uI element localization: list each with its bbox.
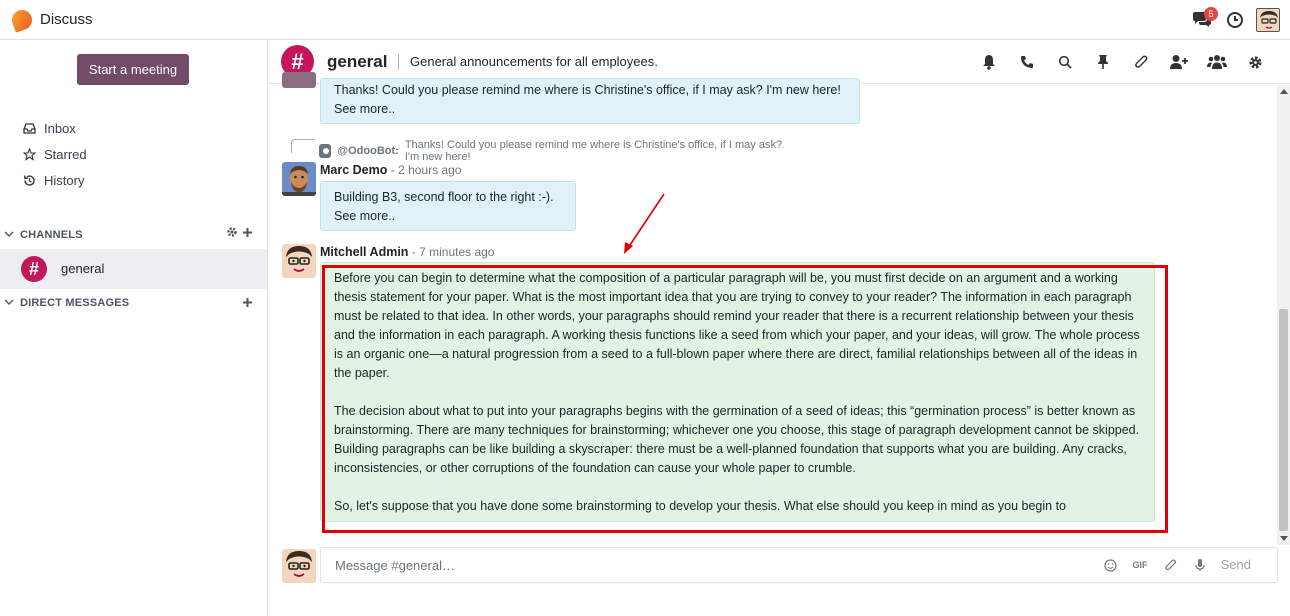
channels-section-header[interactable]: CHANNELS: [4, 227, 83, 243]
scroll-down-icon[interactable]: [1280, 536, 1288, 541]
inbox-icon: [22, 121, 36, 135]
message-avatar: [282, 72, 316, 88]
mitchell-avatar-icon: [282, 549, 316, 583]
message-bubble: Building B3, second floor to the right :…: [320, 181, 576, 231]
odoobot-icon: [319, 144, 332, 158]
composer-tools: GIF: [1103, 557, 1207, 573]
add-user-icon[interactable]: [1168, 52, 1190, 72]
star-icon: [22, 147, 36, 161]
sidebar-item-label: History: [44, 172, 85, 188]
chevron-down-icon: [4, 229, 14, 241]
scroll-thumb[interactable]: [1279, 309, 1288, 531]
sidebar-item-label: Inbox: [44, 120, 76, 136]
channels-header-label: CHANNELS: [20, 229, 83, 241]
chevron-down-icon: [4, 297, 14, 309]
highlight-box: [322, 265, 1168, 533]
marc-avatar-icon: [282, 162, 316, 196]
bell-icon[interactable]: [978, 52, 1000, 72]
send-button[interactable]: Send: [1221, 557, 1251, 572]
composer-avatar: [282, 549, 316, 583]
header-divider: [398, 54, 399, 70]
annotation-arrow-icon: [624, 193, 665, 254]
author-name[interactable]: Marc Demo: [320, 163, 387, 177]
emoji-icon[interactable]: [1103, 557, 1117, 573]
chat-badge: 5: [1204, 7, 1218, 21]
navbar-systray: 5: [1192, 6, 1280, 34]
message-bubble: Thanks! Could you please remind me where…: [320, 78, 860, 124]
reply-connector: [291, 139, 315, 153]
message-text: Building B3, second floor to the right :…: [334, 190, 554, 204]
message-composer[interactable]: Message #general… GIF Send: [320, 547, 1278, 583]
reply-text: Thanks! Could you please remind me where…: [404, 139, 783, 163]
app-logo-icon[interactable]: [9, 7, 35, 33]
members-icon[interactable]: [1206, 52, 1228, 72]
thread-name[interactable]: general: [327, 52, 387, 72]
gear-icon[interactable]: [1244, 52, 1266, 72]
paperclip-icon[interactable]: [1163, 557, 1177, 573]
reply-author: @OdooBot:: [337, 145, 399, 157]
channel-hash-icon: #: [21, 256, 47, 282]
see-more-link[interactable]: See more..: [334, 100, 846, 119]
mitchell-admin-avatar[interactable]: [282, 244, 316, 278]
gif-icon[interactable]: GIF: [1133, 557, 1148, 573]
author-name[interactable]: Mitchell Admin: [320, 245, 408, 259]
message-author: Mitchell Admin - 7 minutes ago: [320, 245, 494, 259]
sidebar: Start a meeting Inbox Starred History CH…: [0, 40, 268, 616]
reply-context[interactable]: @OdooBot: Thanks! Could you please remin…: [319, 139, 799, 163]
add-channel-icon[interactable]: [242, 225, 253, 242]
dm-actions: [242, 295, 253, 312]
message-scrollbar[interactable]: [1277, 85, 1290, 545]
thread-actions: [978, 52, 1266, 72]
odoobot-avatar-icon: [282, 72, 316, 88]
message-input[interactable]: Message #general…: [335, 558, 455, 573]
phone-icon[interactable]: [1016, 52, 1038, 72]
pin-icon[interactable]: [1092, 52, 1114, 72]
history-icon: [22, 173, 36, 187]
scroll-up-icon[interactable]: [1280, 89, 1288, 94]
user-avatar-icon: [1257, 9, 1279, 31]
sidebar-item-inbox[interactable]: Inbox: [22, 118, 76, 138]
app-title[interactable]: Discuss: [40, 11, 93, 28]
paperclip-icon[interactable]: [1130, 52, 1152, 72]
message-author: Marc Demo - 2 hours ago: [320, 163, 461, 177]
direct-messages-section-header[interactable]: DIRECT MESSAGES: [4, 295, 129, 311]
microphone-icon[interactable]: [1193, 557, 1207, 573]
clock-icon[interactable]: [1226, 11, 1244, 29]
message-time: - 2 hours ago: [387, 163, 462, 177]
sidebar-channel-general[interactable]: # general: [0, 249, 267, 289]
search-icon[interactable]: [1054, 52, 1076, 72]
chat-icon[interactable]: 5: [1192, 7, 1218, 31]
channel-name: general: [61, 261, 105, 276]
user-avatar[interactable]: [1256, 8, 1280, 32]
mitchell-avatar-icon: [282, 244, 316, 278]
start-meeting-button[interactable]: Start a meeting: [77, 54, 189, 85]
sidebar-item-label: Starred: [44, 146, 87, 162]
sidebar-item-starred[interactable]: Starred: [22, 144, 87, 164]
message-time: - 7 minutes ago: [408, 245, 495, 259]
thread-description[interactable]: General announcements for all employees.: [410, 54, 658, 69]
channel-settings-icon[interactable]: [226, 225, 238, 242]
sidebar-item-history[interactable]: History: [22, 170, 84, 190]
top-navbar: Discuss 5: [0, 0, 1290, 40]
see-more-link[interactable]: See more..: [334, 207, 562, 226]
message-text: Thanks! Could you please remind me where…: [334, 83, 841, 97]
add-dm-icon[interactable]: [242, 295, 253, 312]
marc-demo-avatar[interactable]: [282, 162, 316, 196]
dm-header-label: DIRECT MESSAGES: [20, 297, 130, 309]
channels-actions: [226, 225, 253, 242]
